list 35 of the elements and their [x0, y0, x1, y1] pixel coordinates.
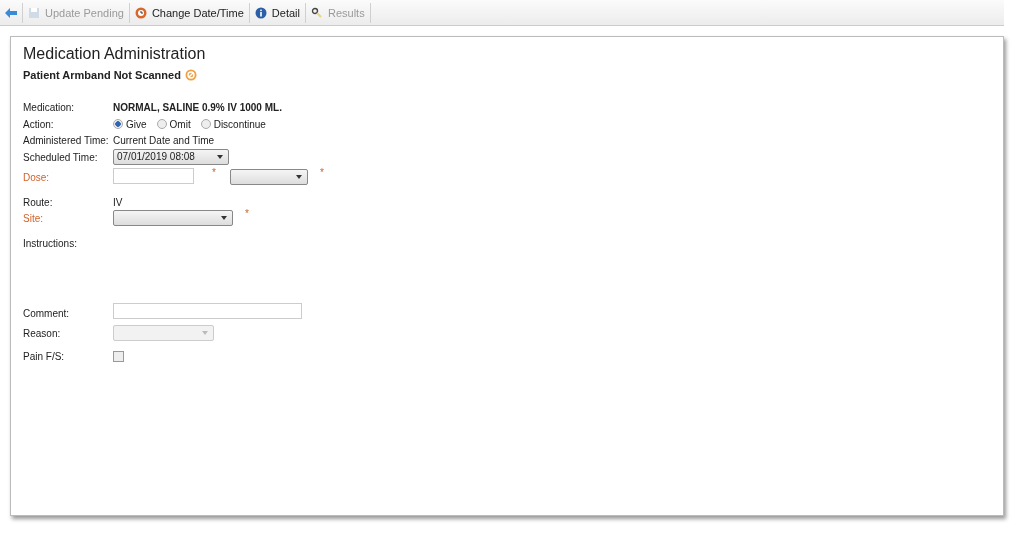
magnifier-icon [310, 6, 323, 19]
dropdown[interactable]: 07/01/2019 08:08 [113, 148, 229, 165]
unit-dropdown[interactable] [229, 168, 308, 185]
clock-icon [134, 6, 147, 19]
radio-option[interactable]: Discontinue [200, 118, 266, 130]
field-label: Route: [23, 196, 54, 208]
armband-status: Patient Armband Not Scanned [23, 69, 181, 81]
info-icon [254, 6, 267, 19]
dropdown[interactable] [113, 210, 233, 226]
field-label: Comment: [23, 308, 71, 319]
checkbox[interactable] [113, 351, 124, 362]
field-label: Dose: [23, 171, 51, 183]
field-label: Instructions: [23, 238, 78, 249]
field-value: Current Date and Time [113, 135, 215, 146]
required-marker: * [245, 208, 249, 219]
toolbar-button[interactable]: Change Date/Time [129, 2, 250, 23]
radio-option[interactable]: Give [113, 118, 147, 130]
field-label: Administered Time: [23, 135, 110, 146]
field-value: NORMAL, SALINE 0.9% IV 1000 ML. [113, 102, 282, 113]
field-label: Reason: [23, 328, 62, 339]
radio-option[interactable]: Omit [156, 118, 191, 130]
comment-input[interactable] [113, 303, 302, 319]
field-label: Pain F/S: [23, 351, 66, 362]
field-label: Medication: [23, 102, 76, 113]
page-title: Medication Administration [23, 45, 207, 63]
field-value: IV [113, 196, 123, 208]
save-icon [28, 6, 40, 19]
required-marker: * [319, 166, 324, 178]
toolbar-button[interactable]: Detail [249, 2, 306, 23]
field-label: Site: [23, 213, 44, 224]
field-label: Scheduled Time: [23, 151, 99, 163]
back-arrow-icon [5, 7, 17, 18]
dose-input[interactable] [113, 167, 194, 184]
required-marker: * [212, 166, 216, 178]
field-label: Action: [23, 118, 55, 130]
